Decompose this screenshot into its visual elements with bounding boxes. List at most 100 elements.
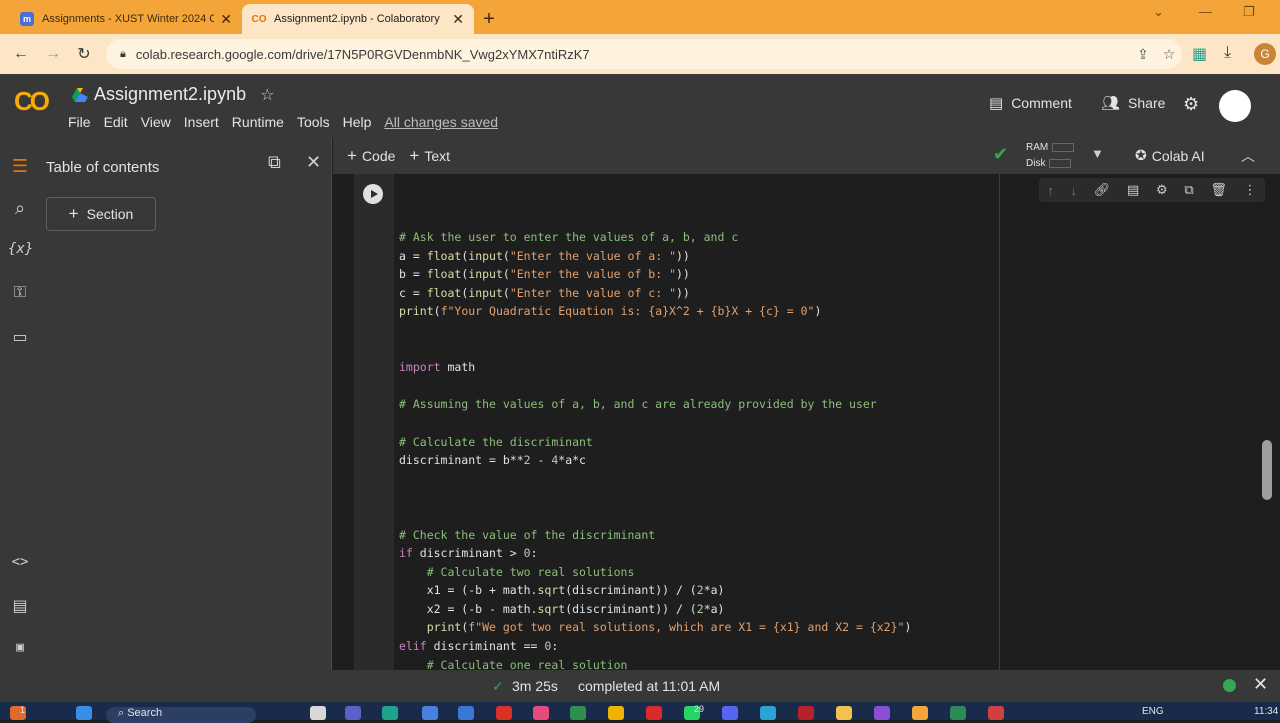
app-icon[interactable] — [533, 706, 549, 720]
link-icon[interactable]: 🔗︎ — [1094, 182, 1111, 198]
menu-insert[interactable]: Insert — [184, 114, 219, 130]
comment-button[interactable]: ▤ Comment — [989, 94, 1072, 112]
code-line[interactable]: c = float(input("Enter the value of c: "… — [399, 284, 911, 303]
edge-icon[interactable] — [382, 706, 398, 720]
tab-assignments[interactable]: m Assignments - XUST Winter 2024 C ✕ — [10, 4, 242, 34]
file-explorer-icon[interactable] — [836, 706, 852, 720]
new-tab-button[interactable]: + — [474, 4, 504, 34]
restore-icon[interactable]: ❐ — [1243, 4, 1255, 20]
app-icon[interactable] — [798, 706, 814, 720]
search-icon[interactable]: ⌕ — [8, 198, 32, 219]
mirror-cell-icon[interactable]: ⧉ — [1184, 182, 1193, 198]
close-icon[interactable]: ✕ — [1253, 674, 1268, 695]
code-line[interactable] — [399, 321, 911, 340]
app-icon[interactable] — [760, 706, 776, 720]
code-line[interactable]: # Calculate the discriminant — [399, 433, 911, 452]
menu-help[interactable]: Help — [343, 114, 372, 130]
teams-icon[interactable] — [345, 706, 361, 720]
code-line[interactable]: a = float(input("Enter the value of a: "… — [399, 247, 911, 266]
code-line[interactable]: elif discriminant == 0: — [399, 637, 911, 656]
delete-icon[interactable]: 🗑︎ — [1210, 182, 1227, 198]
settings-gear-icon[interactable]: ⚙ — [1183, 94, 1199, 115]
app-icon[interactable] — [570, 706, 586, 720]
settings-gear-icon[interactable]: ⚙ — [1156, 182, 1168, 198]
app-icon[interactable] — [988, 706, 1004, 720]
code-line[interactable]: print(f"Your Quadratic Equation is: {a}X… — [399, 302, 911, 321]
command-palette-icon[interactable]: ▤ — [8, 596, 32, 616]
code-line[interactable] — [399, 414, 911, 433]
menu-tools[interactable]: Tools — [297, 114, 330, 130]
colab-ai-button[interactable]: ✪ Colab AI — [1135, 147, 1205, 164]
menu-view[interactable]: View — [141, 114, 171, 130]
opera-icon[interactable] — [646, 706, 662, 720]
language-indicator[interactable]: ENG — [1142, 706, 1164, 717]
files-folder-icon[interactable]: ▭ — [8, 327, 32, 347]
code-line[interactable]: # Calculate two real solutions — [399, 563, 911, 582]
store-icon[interactable] — [422, 706, 438, 720]
share-button[interactable]: 👥︎ Share — [1101, 94, 1165, 112]
lock-icon[interactable]: 🔒︎ — [120, 48, 126, 61]
menu-edit[interactable]: Edit — [104, 114, 128, 130]
code-snippets-icon[interactable]: <> — [8, 554, 32, 570]
close-icon[interactable]: ✕ — [220, 11, 232, 28]
google-drive-icon[interactable] — [72, 87, 88, 102]
account-avatar[interactable] — [1219, 90, 1251, 122]
app-icon[interactable] — [950, 706, 966, 720]
terminal-icon[interactable]: ▣ — [8, 640, 32, 655]
close-icon[interactable]: ✕ — [452, 11, 464, 28]
table-of-contents-icon[interactable]: ☰ — [8, 156, 32, 177]
runtime-dropdown-icon[interactable]: ▼ — [1091, 146, 1104, 161]
move-down-icon[interactable]: ↓ — [1071, 183, 1078, 198]
forward-icon[interactable]: → — [38, 45, 68, 63]
clock[interactable]: 11:34 — [1254, 706, 1278, 717]
chevron-up-icon[interactable]: ︿ — [1241, 146, 1255, 166]
comment-icon[interactable]: ▤ — [1127, 182, 1139, 198]
code-line[interactable]: # Check the value of the discriminant — [399, 526, 911, 545]
more-vert-icon[interactable]: ⋮ — [1244, 182, 1257, 198]
code-line[interactable]: b = float(input("Enter the value of b: "… — [399, 265, 911, 284]
notebook-title[interactable]: Assignment2.ipynb — [94, 84, 246, 105]
bookmark-star-icon[interactable]: ☆ — [1156, 46, 1182, 63]
code-cell-editor[interactable]: # Ask the user to enter the values of a,… — [394, 174, 1000, 670]
code-line[interactable]: if discriminant > 0: — [399, 544, 911, 563]
code-line[interactable] — [399, 488, 911, 507]
profile-avatar[interactable]: G — [1254, 43, 1276, 65]
gmail-icon[interactable] — [496, 706, 512, 720]
minimize-icon[interactable]: — — [1199, 4, 1212, 19]
menu-file[interactable]: File — [68, 114, 91, 130]
url-bar[interactable]: 🔒︎ colab.research.google.com/drive/17N5P… — [106, 39, 1182, 69]
code-line[interactable]: # Calculate one real solution — [399, 656, 911, 670]
scrollbar[interactable] — [1262, 440, 1272, 500]
code-line[interactable] — [399, 340, 911, 359]
resource-monitor[interactable]: RAM Disk — [1026, 140, 1075, 172]
colab-logo[interactable]: CO — [14, 86, 50, 117]
code-line[interactable]: print(f"We got two real solutions, which… — [399, 618, 912, 637]
taskbar-search[interactable]: ⌕ Search — [106, 707, 256, 723]
task-view-icon[interactable] — [310, 706, 326, 720]
tab-colab[interactable]: CO Assignment2.ipynb - Colaboratory ✕ — [242, 4, 474, 34]
windows-start-icon[interactable] — [76, 706, 92, 720]
add-code-cell-button[interactable]: + Code — [347, 146, 395, 166]
code-content[interactable]: # Ask the user to enter the values of a,… — [399, 228, 911, 670]
code-line[interactable] — [399, 470, 911, 489]
add-section-button[interactable]: + Section — [46, 197, 156, 231]
code-line[interactable]: import math — [399, 358, 911, 377]
add-text-cell-button[interactable]: + Text — [409, 146, 450, 166]
move-up-icon[interactable]: ↑ — [1047, 183, 1054, 198]
secrets-key-icon[interactable]: ⚿ — [8, 284, 32, 302]
app-icon[interactable] — [458, 706, 474, 720]
star-icon[interactable]: ☆ — [260, 85, 274, 105]
chevron-down-icon[interactable]: ⌄ — [1153, 4, 1164, 20]
back-icon[interactable]: ← — [6, 45, 36, 63]
variables-icon[interactable]: {x} — [8, 241, 33, 257]
app-icon[interactable] — [608, 706, 624, 720]
code-line[interactable]: x2 = (-b - math.sqrt(discriminant)) / (2… — [399, 600, 911, 619]
download-icon[interactable]: ⤓ — [1224, 44, 1231, 62]
close-icon[interactable]: ✕ — [306, 152, 321, 173]
extensions-icon[interactable]: ▦ — [1192, 44, 1207, 64]
code-line[interactable]: discriminant = b**2 - 4*a*c — [399, 451, 911, 470]
open-in-tab-icon[interactable]: ⧉ — [268, 152, 281, 173]
menu-runtime[interactable]: Runtime — [232, 114, 284, 130]
share-page-icon[interactable]: ⇪ — [1130, 46, 1156, 63]
chrome-icon[interactable] — [912, 706, 928, 720]
